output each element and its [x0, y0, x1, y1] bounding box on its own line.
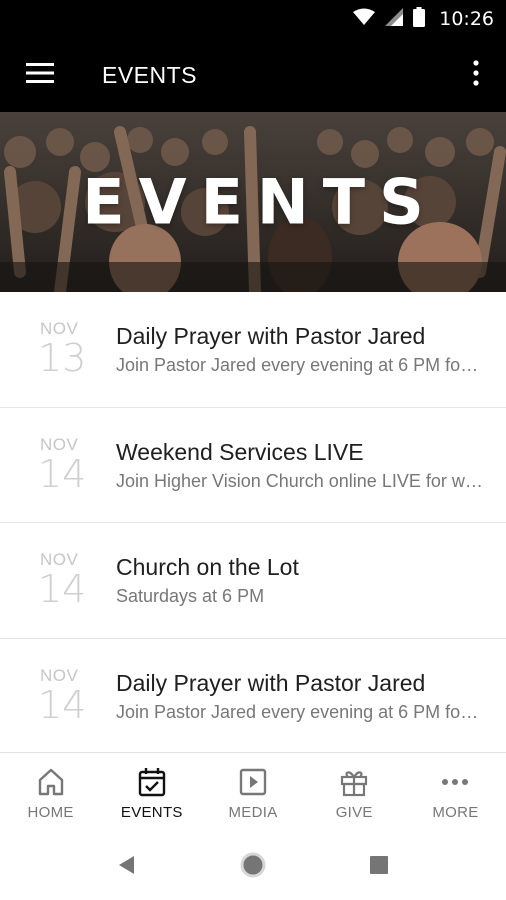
back-button[interactable] — [64, 855, 190, 879]
wifi-icon — [353, 8, 376, 31]
nav-item-events[interactable]: EVENTS — [101, 753, 202, 834]
status-time: 10:26 — [439, 8, 494, 30]
nav-item-more[interactable]: MORE — [405, 753, 506, 834]
play-icon — [239, 766, 267, 798]
event-list: NOV 13 Daily Prayer with Pastor Jared Jo… — [0, 292, 506, 752]
event-day: 14 — [38, 682, 87, 727]
hero-banner: EVENTS — [0, 112, 506, 292]
more-vertical-icon — [473, 59, 479, 91]
system-nav-bar — [0, 834, 506, 900]
nav-item-media[interactable]: MEDIA — [202, 753, 303, 834]
page-title: EVENTS — [102, 61, 198, 88]
system-home-button[interactable] — [190, 851, 316, 884]
event-title: Church on the Lot — [116, 554, 299, 581]
status-bar: 10:26 — [0, 0, 506, 38]
battery-icon — [413, 6, 426, 32]
event-row[interactable]: NOV 14 Weekend Services LIVE Join Higher… — [0, 408, 506, 523]
event-subtitle: Join Pastor Jared every evening at 6 PM … — [116, 355, 484, 376]
event-row[interactable]: NOV 14 Church on the Lot Saturdays at 6 … — [0, 523, 506, 639]
event-subtitle: Join Higher Vision Church online LIVE fo… — [116, 470, 484, 491]
event-date: NOV 14 — [0, 551, 116, 612]
bottom-nav: HOME EVENTS MEDIA GIVE MORE — [0, 752, 506, 834]
signal-icon — [385, 7, 404, 31]
calendar-check-icon — [138, 766, 166, 798]
event-row[interactable]: NOV 14 Daily Prayer with Pastor Jared Jo… — [0, 639, 506, 753]
event-title: Daily Prayer with Pastor Jared — [116, 323, 426, 350]
app-bar: EVENTS — [0, 38, 506, 112]
hamburger-menu-icon — [26, 62, 54, 89]
nav-item-home[interactable]: HOME — [0, 753, 101, 834]
event-date: NOV 13 — [0, 320, 116, 381]
gift-icon — [339, 766, 369, 798]
nav-label: HOME — [27, 804, 74, 821]
event-subtitle: Join Pastor Jared every evening at 6 PM … — [116, 701, 484, 722]
event-row[interactable]: NOV 13 Daily Prayer with Pastor Jared Jo… — [0, 292, 506, 408]
nav-label: MEDIA — [228, 804, 278, 821]
hero-title: EVENTS — [82, 165, 438, 239]
event-day: 14 — [38, 451, 87, 496]
event-day: 13 — [38, 336, 87, 381]
event-title: Daily Prayer with Pastor Jared — [116, 669, 426, 696]
event-date: NOV 14 — [0, 435, 116, 496]
nav-label: MORE — [432, 804, 479, 821]
overflow-menu-button[interactable] — [446, 38, 506, 112]
event-day: 14 — [38, 567, 87, 612]
more-horizontal-icon — [441, 766, 469, 798]
nav-label: EVENTS — [120, 804, 183, 821]
event-date: NOV 14 — [0, 666, 116, 727]
back-icon — [119, 855, 135, 879]
event-title: Weekend Services LIVE — [116, 438, 364, 465]
nav-item-give[interactable]: GIVE — [304, 753, 405, 834]
event-subtitle: Saturdays at 6 PM — [116, 586, 265, 607]
recents-button[interactable] — [316, 855, 442, 879]
recents-icon — [370, 855, 388, 879]
home-icon — [38, 766, 64, 798]
hamburger-menu-button[interactable] — [0, 38, 80, 112]
nav-label: GIVE — [335, 804, 373, 821]
home-circle-icon — [239, 851, 267, 884]
